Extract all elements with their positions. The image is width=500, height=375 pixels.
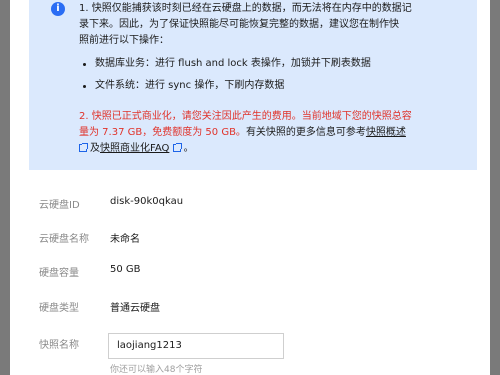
- capacity-value: 50 GB: [110, 264, 141, 275]
- disk-id-value: disk-90k0qkau: [110, 196, 184, 207]
- capacity-label: 硬盘容量: [39, 268, 79, 279]
- notice-item-2-line-2: 量为 7.37 GB，免费额度为 50 GB。: [79, 127, 246, 138]
- disk-name-value: 未命名: [110, 234, 140, 245]
- notice-bullet-database: 数据库业务：进行 flush and lock 表操作，加锁并下刷表数据: [83, 56, 425, 72]
- notice-item-1: 1. 快照仅能捕获该时刻已经在云硬盘上的数据，而无法将在内存中的数据记 录下来。…: [79, 1, 459, 49]
- disk-name-label: 云硬盘名称: [39, 234, 89, 245]
- notice-box: 1. 快照仅能捕获该时刻已经在云硬盘上的数据，而无法将在内存中的数据记 录下来。…: [29, 0, 477, 170]
- disk-id-label: 云硬盘ID: [39, 200, 80, 211]
- and-text: 及: [90, 143, 100, 154]
- notice-item-1-line-2: 录下来。因此，为了保证快照能尽可能恢复完整的数据，建议您在制作快: [79, 19, 399, 30]
- info-icon: [51, 2, 65, 16]
- snapshot-billing-faq-link[interactable]: 快照商业化FAQ: [100, 143, 169, 154]
- external-link-icon[interactable]: [79, 143, 88, 152]
- external-link-icon[interactable]: [172, 143, 182, 152]
- snapshot-name-input[interactable]: laojiang1213: [108, 333, 284, 359]
- disk-type-label: 硬盘类型: [39, 303, 79, 314]
- create-snapshot-dialog: 1. 快照仅能捕获该时刻已经在云硬盘上的数据，而无法将在内存中的数据记 录下来。…: [10, 0, 490, 375]
- snapshot-name-hint: 你还可以输入48个字符: [110, 365, 203, 375]
- snapshot-name-label: 快照名称: [39, 340, 79, 351]
- notice-item-1-line-1: 1. 快照仅能捕获该时刻已经在云硬盘上的数据，而无法将在内存中的数据记: [79, 3, 412, 14]
- disk-type-value: 普通云硬盘: [110, 303, 160, 314]
- period-text: 。: [183, 143, 194, 154]
- notice-bullet-filesystem: 文件系统：进行 sync 操作，下刷内存数据: [83, 78, 425, 94]
- notice-item-2-line-1: 2. 快照已正式商业化，请您关注因此产生的费用。当前地域下您的快照总容: [79, 111, 412, 122]
- notice-item-2-text: 有关快照的更多信息可参考: [245, 127, 366, 138]
- snapshot-overview-link[interactable]: 快照概述: [366, 127, 406, 138]
- notice-item-1-line-3: 照前进行以下操作：: [79, 35, 169, 46]
- notice-item-2: 2. 快照已正式商业化，请您关注因此产生的费用。当前地域下您的快照总容 量为 7…: [79, 109, 459, 157]
